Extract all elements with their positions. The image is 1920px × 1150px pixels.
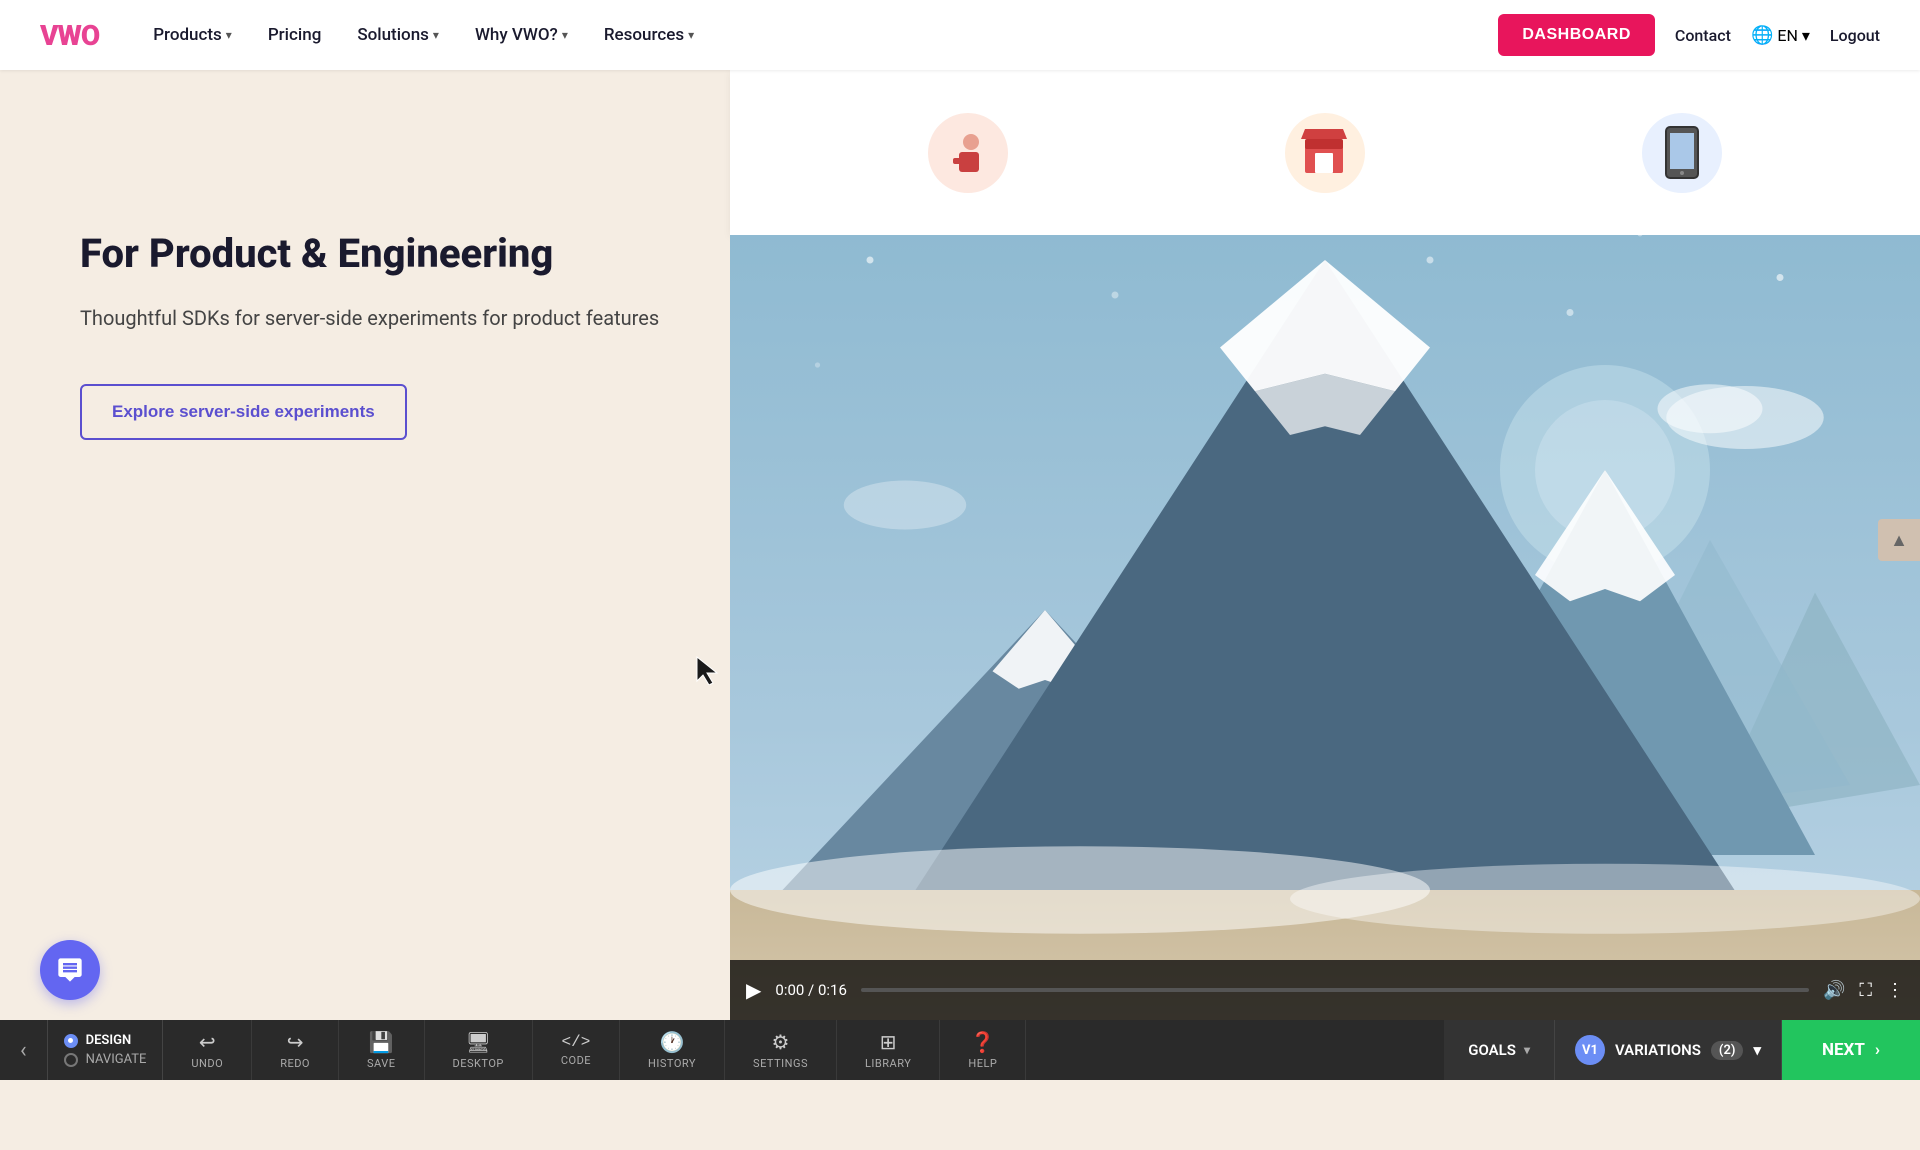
- mobile-icon: [1642, 113, 1722, 193]
- design-radio: [64, 1034, 78, 1048]
- person-icon: [928, 113, 1008, 193]
- help-tool[interactable]: ❓ HELP: [940, 1020, 1026, 1080]
- language-selector[interactable]: 🌐 EN ▾: [1751, 25, 1810, 46]
- video-controls: ▶ 0:00 / 0:16 🔊 ⛶ ⋮: [730, 960, 1920, 1020]
- nav-solutions[interactable]: Solutions ▾: [343, 17, 453, 53]
- settings-tool[interactable]: ⚙ SETTINGS: [725, 1020, 837, 1080]
- explore-button[interactable]: Explore server-side experiments: [80, 384, 407, 440]
- history-tool[interactable]: 🕐 HISTORY: [620, 1020, 725, 1080]
- settings-icon: ⚙: [772, 1030, 790, 1054]
- redo-label: REDO: [280, 1057, 310, 1070]
- left-content: For Product & Engineering Thoughtful SDK…: [0, 70, 730, 1020]
- variations-button[interactable]: V1 VARIATIONS (2) ▾: [1555, 1020, 1782, 1080]
- redo-icon: ↪: [287, 1030, 304, 1054]
- v1-badge: V1: [1575, 1035, 1605, 1065]
- toolbar-tools: ↩ UNDO ↪ REDO 💾 SAVE 🖥 DESKTOP </> CODE …: [163, 1020, 1444, 1080]
- redo-tool[interactable]: ↪ REDO: [252, 1020, 339, 1080]
- logout-link[interactable]: Logout: [1830, 26, 1880, 45]
- more-options-button[interactable]: ⋮: [1886, 980, 1904, 1001]
- fullscreen-button[interactable]: ⛶: [1859, 980, 1872, 1001]
- settings-label: SETTINGS: [753, 1057, 808, 1070]
- bottom-toolbar: ‹ DESIGN NAVIGATE ↩ UNDO ↪ REDO 💾 SAVE 🖥…: [0, 1020, 1920, 1080]
- code-label: CODE: [561, 1054, 591, 1067]
- desktop-icon: 🖥: [465, 1030, 490, 1054]
- chevron-down-icon: ▾: [562, 28, 568, 42]
- play-button[interactable]: ▶: [746, 978, 761, 1002]
- desktop-tool[interactable]: 🖥 DESKTOP: [425, 1020, 533, 1080]
- volume-button[interactable]: 🔊: [1823, 980, 1845, 1001]
- help-label: HELP: [968, 1057, 997, 1070]
- mobile-icon-item: [1642, 113, 1722, 193]
- help-icon: ❓: [970, 1030, 995, 1054]
- person-icon-item: [928, 113, 1008, 193]
- logo[interactable]: VWO: [40, 19, 99, 52]
- save-label: SAVE: [367, 1057, 396, 1070]
- progress-bar[interactable]: [861, 988, 1809, 992]
- desktop-label: DESKTOP: [453, 1057, 504, 1070]
- chat-icon: [56, 956, 84, 984]
- variations-count: (2): [1711, 1041, 1744, 1060]
- main-content: For Product & Engineering Thoughtful SDK…: [0, 70, 1920, 1020]
- chevron-down-icon: ▾: [1802, 26, 1810, 45]
- scroll-up-button[interactable]: ▲: [1878, 519, 1920, 561]
- logo-text: VWO: [40, 19, 99, 52]
- section-description: Thoughtful SDKs for server-side experime…: [80, 302, 670, 334]
- back-button[interactable]: ‹: [0, 1020, 48, 1080]
- undo-label: UNDO: [191, 1057, 223, 1070]
- navigate-label: NAVIGATE: [86, 1052, 147, 1067]
- nav-resources[interactable]: Resources ▾: [590, 17, 708, 53]
- right-panel: ▶ 0:00 / 0:16 🔊 ⛶ ⋮: [730, 70, 1920, 1020]
- shop-icon: [1285, 113, 1365, 193]
- library-tool[interactable]: ⊞ LIBRARY: [837, 1020, 940, 1080]
- code-icon: </>: [562, 1033, 591, 1051]
- back-arrow-icon: ‹: [20, 1038, 27, 1063]
- nav-pricing[interactable]: Pricing: [254, 17, 336, 53]
- dashboard-button[interactable]: DASHBOARD: [1498, 14, 1655, 56]
- toolbar-right: GOALS ▾ V1 VARIATIONS (2) ▾ NEXT ›: [1444, 1020, 1920, 1080]
- library-label: LIBRARY: [865, 1057, 911, 1070]
- main-nav: Products ▾ Pricing Solutions ▾ Why VWO? …: [139, 17, 1498, 53]
- header: VWO Products ▾ Pricing Solutions ▾ Why V…: [0, 0, 1920, 70]
- chevron-down-icon: ▾: [226, 28, 232, 42]
- chat-bubble-button[interactable]: [40, 940, 100, 1000]
- save-icon: 💾: [369, 1030, 394, 1054]
- next-button[interactable]: NEXT ›: [1782, 1020, 1920, 1080]
- chevron-down-icon: ▾: [433, 28, 439, 42]
- top-card: [730, 70, 1920, 235]
- goals-chevron-icon: ▾: [1524, 1043, 1530, 1057]
- save-tool[interactable]: 💾 SAVE: [339, 1020, 425, 1080]
- chevron-down-icon: ▾: [688, 28, 694, 42]
- next-arrow-icon: ›: [1875, 1040, 1880, 1060]
- goals-button[interactable]: GOALS ▾: [1444, 1020, 1555, 1080]
- undo-tool[interactable]: ↩ UNDO: [163, 1020, 252, 1080]
- design-label: DESIGN: [86, 1033, 132, 1048]
- history-label: HISTORY: [648, 1057, 696, 1070]
- nav-why-vwo[interactable]: Why VWO? ▾: [461, 17, 582, 53]
- globe-icon: 🌐: [1751, 25, 1773, 46]
- variations-chevron-icon: ▾: [1753, 1041, 1761, 1059]
- design-mode-option[interactable]: DESIGN: [64, 1033, 147, 1048]
- code-tool[interactable]: </> CODE: [533, 1020, 620, 1080]
- history-icon: 🕐: [660, 1030, 685, 1054]
- navigate-mode-option[interactable]: NAVIGATE: [64, 1052, 147, 1067]
- chevron-up-icon: ▲: [1890, 530, 1908, 551]
- nav-products[interactable]: Products ▾: [139, 17, 246, 53]
- undo-icon: ↩: [199, 1030, 216, 1054]
- shop-icon-item: [1285, 113, 1365, 193]
- library-icon: ⊞: [880, 1030, 897, 1054]
- mode-toggle: DESIGN NAVIGATE: [48, 1020, 164, 1080]
- navigate-radio: [64, 1053, 78, 1067]
- contact-link[interactable]: Contact: [1675, 26, 1731, 45]
- header-right: DASHBOARD Contact 🌐 EN ▾ Logout: [1498, 14, 1880, 56]
- time-display: 0:00 / 0:16: [775, 981, 846, 999]
- section-title: For Product & Engineering: [80, 230, 670, 278]
- video-player[interactable]: ▶ 0:00 / 0:16 🔊 ⛶ ⋮: [730, 235, 1920, 1020]
